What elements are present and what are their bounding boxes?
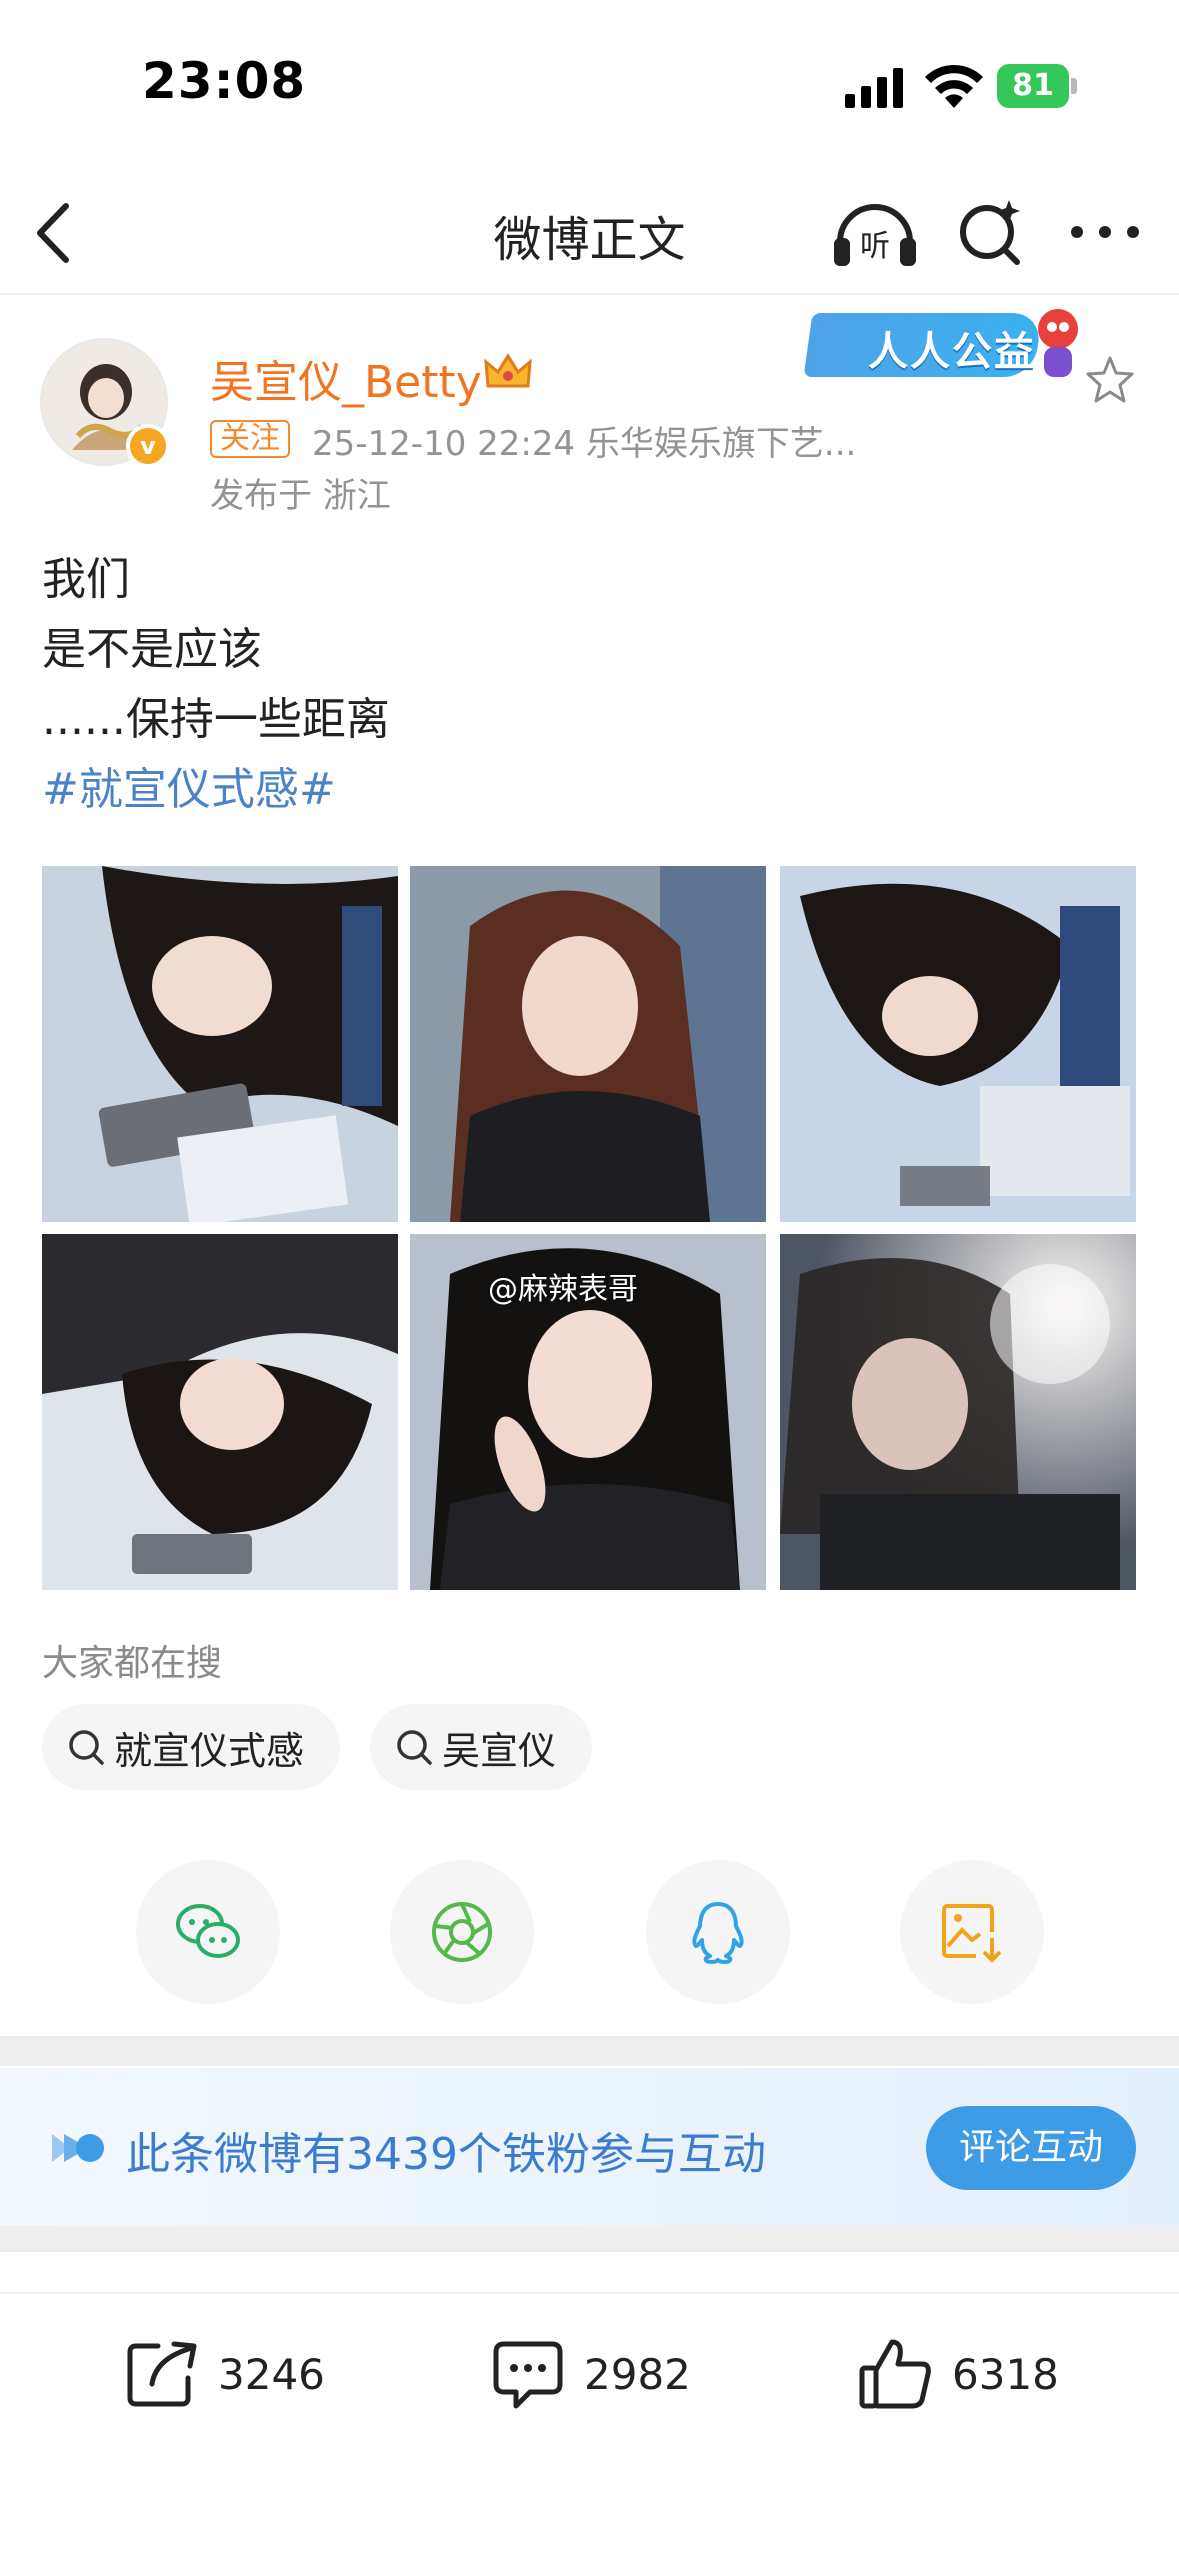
battery-cap bbox=[1071, 78, 1077, 94]
fan-interaction-bar[interactable]: 此条微博有3439个铁粉参与互动 评论互动 bbox=[0, 2068, 1179, 2228]
photo-3[interactable] bbox=[780, 866, 1136, 1222]
comment-interaction-button[interactable]: 评论互动 bbox=[926, 2106, 1136, 2190]
like-button[interactable]: 6318 bbox=[856, 2334, 1059, 2414]
mascot-icon bbox=[1038, 309, 1078, 377]
photo-6[interactable] bbox=[780, 1234, 1136, 1590]
cellular-signal-icon bbox=[845, 68, 903, 108]
search-chip-1[interactable]: 就宣仪式感 bbox=[42, 1704, 341, 1790]
post-line-1: 我们 bbox=[42, 554, 130, 605]
share-wechat-button[interactable] bbox=[136, 1860, 280, 2004]
repost-count: 3246 bbox=[218, 2349, 325, 2399]
wifi-icon bbox=[925, 64, 983, 108]
author-name[interactable]: 吴宣仪_Betty bbox=[210, 346, 482, 410]
like-thumb-icon bbox=[859, 2339, 931, 2409]
section-divider bbox=[0, 2226, 1179, 2252]
repost-button[interactable]: 3246 bbox=[122, 2334, 325, 2414]
battery-level: 81 bbox=[997, 64, 1069, 108]
photo-2[interactable] bbox=[410, 866, 766, 1222]
search-chip-2[interactable]: 吴宣仪 bbox=[370, 1704, 593, 1790]
moments-icon bbox=[432, 1902, 492, 1962]
comment-count: 2982 bbox=[584, 2349, 691, 2399]
battery-indicator: 81 bbox=[997, 64, 1077, 108]
image-watermark: @麻辣表哥 bbox=[488, 1272, 638, 1307]
save-image-icon bbox=[942, 1904, 1002, 1963]
save-image-button[interactable] bbox=[900, 1860, 1044, 2004]
photo-5[interactable]: @麻辣表哥 bbox=[410, 1234, 766, 1590]
charity-badge[interactable]: 人人公益 bbox=[803, 305, 1088, 383]
svg-text:听: 听 bbox=[860, 229, 890, 264]
charity-badge-label: 人人公益 bbox=[868, 329, 1036, 375]
repost-icon bbox=[127, 2341, 197, 2407]
post-meta: 25-12-10 22:24 乐华娱乐旗下艺... bbox=[312, 424, 857, 464]
share-qq-button[interactable] bbox=[646, 1860, 790, 2004]
nav-bar: 微博正文 听 bbox=[0, 170, 1179, 295]
listen-headphones-icon[interactable]: 听 bbox=[830, 192, 920, 272]
fan-interaction-text: 此条微博有3439个铁粉参与互动 bbox=[126, 2129, 766, 2180]
follow-status-tag[interactable]: 关注 bbox=[210, 420, 290, 458]
wechat-icon bbox=[176, 1904, 240, 1958]
qq-icon bbox=[692, 1902, 744, 1964]
action-bar: 3246 2982 6318 bbox=[0, 2292, 1179, 2452]
status-time: 23:08 bbox=[142, 52, 307, 110]
post-text: 我们 是不是应该 ......保持一些距离 #就宣仪式感# bbox=[42, 545, 390, 825]
photo-1[interactable] bbox=[42, 866, 398, 1222]
section-divider bbox=[0, 2036, 1179, 2066]
like-count: 6318 bbox=[952, 2349, 1059, 2399]
comment-icon bbox=[493, 2341, 563, 2409]
fan-badge-icon bbox=[52, 2134, 104, 2162]
photo-4[interactable] bbox=[42, 1234, 398, 1590]
hashtag-link[interactable]: #就宣仪式感# bbox=[42, 755, 390, 825]
favorite-star-icon[interactable] bbox=[1084, 354, 1136, 406]
comment-button[interactable]: 2982 bbox=[488, 2334, 691, 2414]
crown-icon bbox=[484, 353, 532, 388]
search-chip-label: 就宣仪式感 bbox=[114, 1728, 305, 1773]
search-chip-label: 吴宣仪 bbox=[442, 1728, 557, 1773]
search-icon bbox=[69, 1730, 104, 1765]
post-location: 发布于 浙江 bbox=[210, 476, 391, 516]
more-options-icon[interactable] bbox=[1065, 212, 1145, 252]
search-section-title: 大家都在搜 bbox=[42, 1643, 223, 1684]
post-line-2: 是不是应该 bbox=[42, 624, 262, 675]
verified-badge-icon: v bbox=[126, 424, 170, 468]
share-moments-button[interactable] bbox=[390, 1860, 534, 2004]
status-bar: 23:08 81 bbox=[0, 0, 1179, 160]
post-line-3: ......保持一些距离 bbox=[42, 694, 390, 745]
search-icon bbox=[397, 1730, 432, 1765]
search-icon[interactable] bbox=[955, 192, 1025, 272]
